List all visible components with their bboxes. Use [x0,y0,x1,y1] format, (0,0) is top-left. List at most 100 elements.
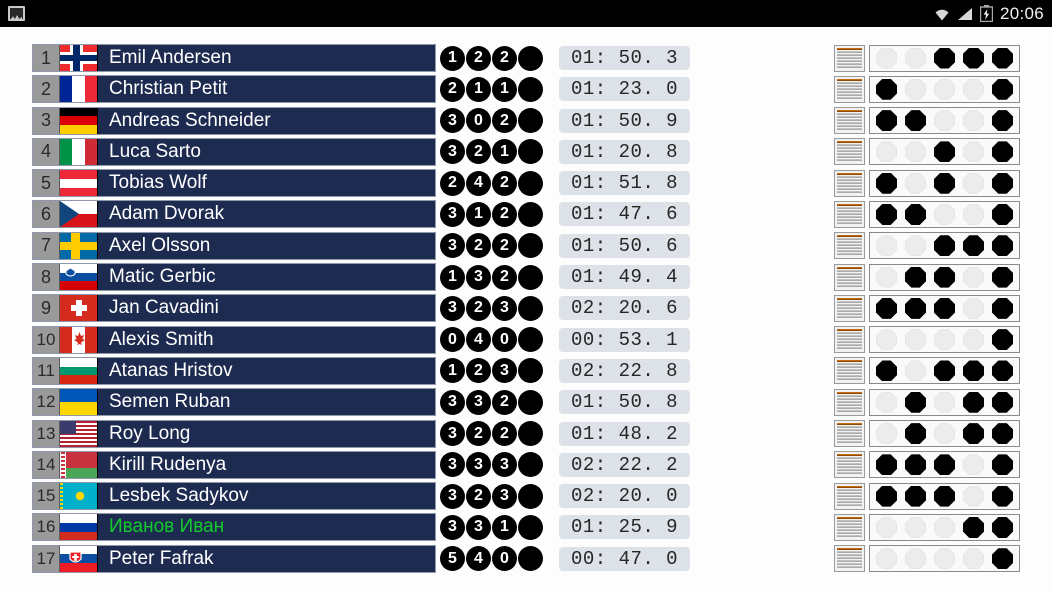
time-value: 01: 50. 3 [559,46,690,70]
target-group [869,75,1020,103]
target-hit [905,391,926,413]
target-row [834,138,1020,166]
stat-row: 3 3 3 02: 22. 2 [440,451,690,479]
athlete-row[interactable]: 1 Emil Andersen [32,44,436,72]
athlete-row[interactable]: 16 Иванов Иван [32,513,436,542]
target-miss [934,391,955,413]
target-hit [992,172,1013,194]
penalty-circle [518,389,543,415]
athlete-row[interactable]: 7 Axel Olsson [32,231,436,260]
penalty-circle: 1 [466,201,491,227]
athlete-name: Иванов Иван [109,516,225,538]
athlete-name: Emil Andersen [109,47,232,68]
target-miss [876,141,897,163]
status-bar-clock: 20:06 [999,3,1044,23]
target-row [834,232,1020,260]
time-value: 01: 23. 0 [559,77,690,102]
stat-row: 3 2 3 02: 20. 0 [440,482,690,510]
athlete-row[interactable]: 10 Alexis Smith [32,325,436,354]
athlete-row[interactable]: 5 Tobias Wolf [32,169,436,198]
stat-row: 3 3 2 01: 50. 8 [440,388,690,416]
athlete-row[interactable]: 4 Luca Sarto [32,137,436,166]
penalty-circle [518,76,543,102]
rank-badge: 7 [33,232,60,259]
magazine-icon [834,44,865,72]
target-hit [992,454,1013,476]
penalty-circle [518,421,543,447]
target-hit [992,423,1013,445]
stat-row: 3 0 2 01: 50. 9 [440,107,690,135]
target-hit [992,516,1013,538]
target-group [869,263,1020,291]
target-row [834,388,1020,416]
athlete-row[interactable]: 14 Kirill Rudenya [32,450,436,479]
magazine-icon [834,357,865,385]
athlete-row[interactable]: 8 Matic Gerbic [32,263,436,292]
target-row [834,357,1020,385]
magazine-icon [834,326,865,354]
athlete-row[interactable]: 2 Christian Petit [32,75,436,104]
athlete-name: Matic Gerbic [109,266,216,288]
rank-badge: 10 [33,326,60,353]
magazine-icon [834,138,865,166]
time-value: 01: 20. 8 [559,139,690,164]
target-row [834,200,1020,228]
athlete-row[interactable]: 6 Adam Dvorak [32,200,436,229]
target-hit [905,110,926,132]
penalty-circle: 1 [466,76,491,102]
target-miss [905,329,926,351]
target-miss [963,78,984,100]
penalty-circle: 2 [466,483,491,509]
target-miss [876,235,897,257]
athlete-list: 1 Emil Andersen 2 Christian Petit 3 Andrea… [32,44,436,576]
target-group [869,513,1020,541]
rank-badge: 9 [33,295,60,322]
athlete-row[interactable]: 11 Atanas Hristov [32,356,436,385]
target-hit [905,266,926,288]
athlete-row[interactable]: 3 Andreas Schneider [32,106,436,135]
penalty-circle [518,546,543,572]
penalty-circle [518,327,543,353]
target-hit [876,172,897,194]
magazine-icon [834,451,865,479]
rank-badge: 2 [33,76,60,103]
target-hit [992,110,1013,132]
target-miss [963,454,984,476]
penalty-circle: 2 [492,170,517,196]
athlete-row[interactable]: 12 Semen Ruban [32,388,436,417]
penalty-circle: 0 [492,546,517,572]
flag-icon-se [60,232,98,259]
athlete-row[interactable]: 15 Lesbek Sadykov [32,482,436,511]
penalty-circle: 2 [492,264,517,290]
target-miss [876,329,897,351]
target-miss [905,516,926,538]
penalty-circle [518,514,543,540]
signal-icon [957,7,972,20]
target-row [834,75,1020,103]
athlete-row[interactable]: 17 Peter Fafrak [32,544,436,573]
magazine-icon [834,545,865,573]
target-hit [934,454,955,476]
time-value: 01: 50. 8 [559,390,690,415]
penalty-circle: 1 [492,514,517,540]
rank-badge: 11 [33,357,60,384]
penalty-circle: 2 [440,76,465,102]
target-row [834,326,1020,354]
target-hit [876,78,897,100]
athlete-row[interactable]: 13 Roy Long [32,419,436,448]
target-miss [934,110,955,132]
athlete-row[interactable]: 9 Jan Cavadini [32,294,436,323]
penalty-circle: 3 [440,108,465,134]
flag-icon-bg [60,357,98,384]
penalty-circle: 0 [466,108,491,134]
target-hit [963,235,984,257]
target-hit [992,78,1013,100]
stat-row: 3 2 2 01: 50. 6 [440,232,690,260]
flag-icon-cz [60,201,98,228]
penalty-circle: 3 [492,483,517,509]
rank-badge: 15 [33,483,60,510]
target-group [869,388,1020,416]
penalty-group: 321 [440,139,551,165]
penalty-circle: 3 [440,233,465,259]
target-miss [934,548,955,570]
